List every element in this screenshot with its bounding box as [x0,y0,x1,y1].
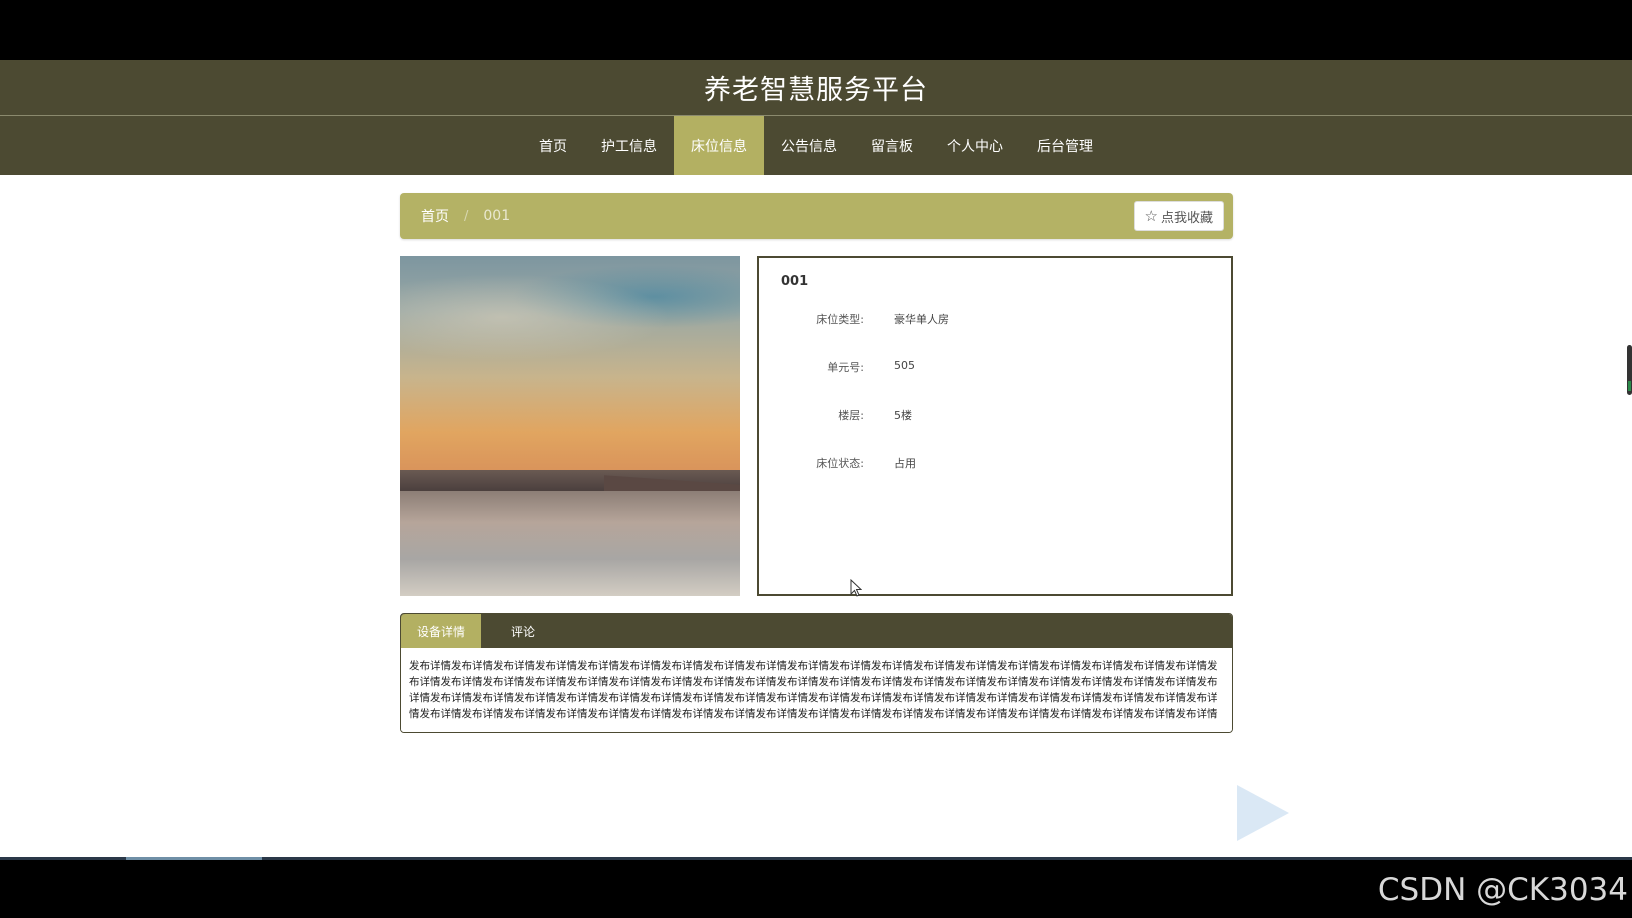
tab-comments[interactable]: 评论 [481,614,565,648]
info-label: 床位状态: [816,457,864,470]
main-content: 首页 / 001 ☆ 点我收藏 001 床位类型: 豪华单人房 单元号: 505… [400,193,1233,733]
info-value: 5楼 [894,409,912,422]
info-label: 床位类型: [816,313,864,326]
star-icon: ☆ [1144,206,1158,225]
tabs-header: 设备详情 评论 [401,614,1232,648]
info-row-status: 床位状态: 占用 [781,455,1209,503]
info-label: 楼层: [838,409,864,422]
info-row-floor: 楼层: 5楼 [781,407,1209,455]
favorite-button-label: 点我收藏 [1160,210,1213,226]
mouse-cursor-icon [850,579,862,597]
browser-page: 养老智慧服务平台 首页 护工信息 床位信息 公告信息 留言板 个人中心 后台管理… [0,60,1632,857]
info-label: 单元号: [827,361,864,374]
video-progress-bar[interactable] [0,857,1632,860]
bed-info-card: 001 床位类型: 豪华单人房 单元号: 505 楼层: 5楼 床位状态: 占用 [757,256,1233,596]
info-row-unit: 单元号: 505 [781,359,1209,407]
nav-item-announcements[interactable]: 公告信息 [764,116,854,175]
main-nav: 首页 护工信息 床位信息 公告信息 留言板 个人中心 后台管理 [0,116,1632,175]
site-header: 养老智慧服务平台 [0,60,1632,116]
watermark: CSDN @CK3034 [1377,872,1628,908]
screen: 养老智慧服务平台 首页 护工信息 床位信息 公告信息 留言板 个人中心 后台管理… [0,0,1632,918]
nav-item-caregivers[interactable]: 护工信息 [584,116,674,175]
info-value: 豪华单人房 [894,313,949,326]
info-row-bed-type: 床位类型: 豪华单人房 [781,311,1209,359]
site-title: 养老智慧服务平台 [704,75,928,106]
nav-item-personal-center[interactable]: 个人中心 [930,116,1020,175]
breadcrumb-separator: / [464,208,469,224]
favorite-button[interactable]: ☆ 点我收藏 [1133,201,1224,231]
tab-content: 发布详情发布详情发布详情发布详情发布详情发布详情发布详情发布详情发布详情发布详情… [401,648,1232,732]
nav-item-message-board[interactable]: 留言板 [854,116,930,175]
breadcrumb-home-link[interactable]: 首页 [421,206,449,226]
photo-clouds [400,256,740,460]
nav-item-admin[interactable]: 后台管理 [1020,116,1110,175]
info-value: 占用 [894,457,916,470]
detail-tabs: 设备详情 评论 发布详情发布详情发布详情发布详情发布详情发布详情发布详情发布详情… [400,613,1233,733]
bed-title: 001 [781,274,809,289]
detail-row: 001 床位类型: 豪华单人房 单元号: 505 楼层: 5楼 床位状态: 占用 [400,256,1233,596]
tab-device-details[interactable]: 设备详情 [401,614,481,648]
page-scrollbar[interactable] [1627,345,1632,395]
video-progress-fill [126,857,262,860]
breadcrumb: 首页 / 001 ☆ 点我收藏 [400,193,1233,239]
nav-item-beds[interactable]: 床位信息 [674,116,764,175]
bed-photo [400,256,740,596]
info-value: 505 [894,359,915,372]
photo-water [400,490,740,596]
play-logo-icon [1237,785,1289,841]
nav-item-home[interactable]: 首页 [522,116,584,175]
breadcrumb-current: 001 [483,208,511,224]
